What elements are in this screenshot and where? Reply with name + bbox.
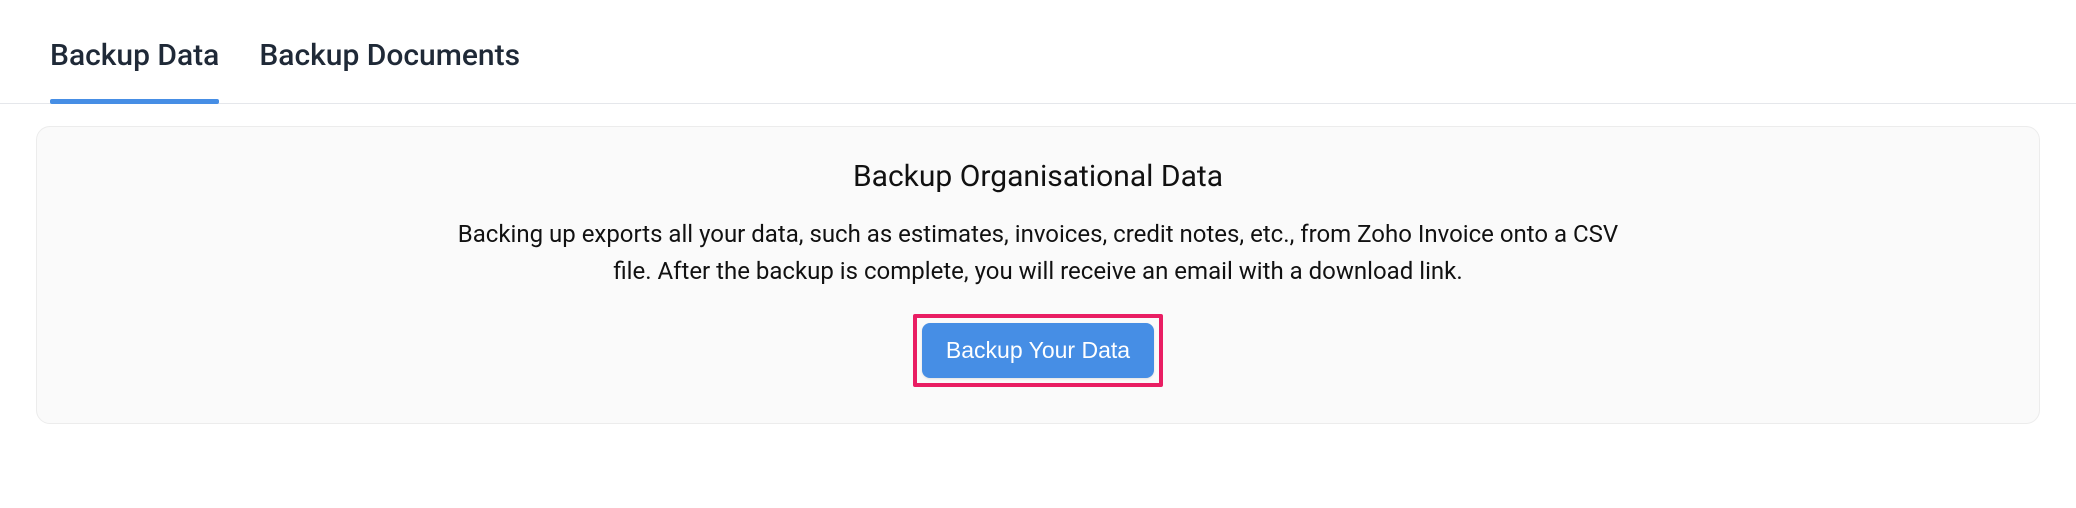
tab-label: Backup Data <box>50 38 219 73</box>
highlight-box: Backup Your Data <box>913 314 1163 387</box>
backup-your-data-button[interactable]: Backup Your Data <box>922 323 1154 378</box>
card-title: Backup Organisational Data <box>77 159 1999 194</box>
tab-label: Backup Documents <box>259 38 520 73</box>
card-description: Backing up exports all your data, such a… <box>438 216 1638 290</box>
backup-card: Backup Organisational Data Backing up ex… <box>36 126 2040 424</box>
tab-backup-documents[interactable]: Backup Documents <box>259 0 520 103</box>
tab-backup-data[interactable]: Backup Data <box>50 0 219 103</box>
tabs-bar: Backup Data Backup Documents <box>0 0 2076 104</box>
